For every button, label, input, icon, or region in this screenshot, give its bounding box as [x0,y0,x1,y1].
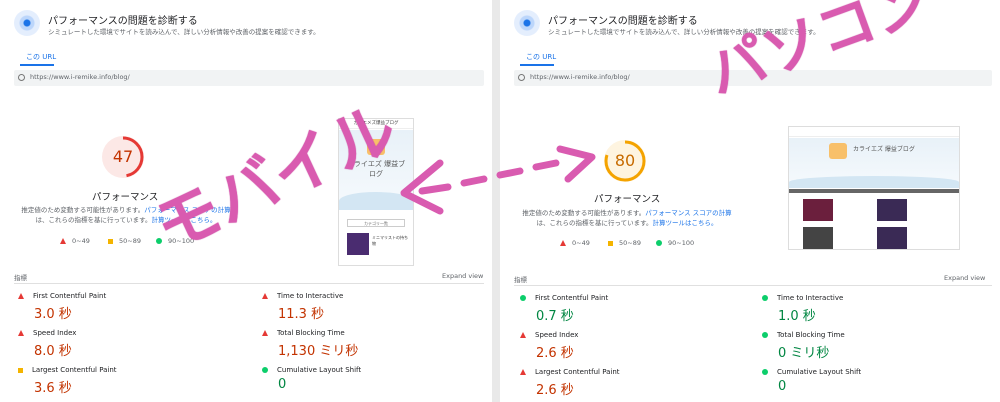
performance-label: パフォーマンス [594,194,661,205]
pass-status-icon [762,332,768,338]
fail-status-icon [262,293,268,299]
metric-value: 0 [778,379,787,394]
tab-underline [520,64,554,66]
globe-icon [518,74,525,81]
metric-speed-index: Speed Index 8.0 秒 [18,329,76,359]
average-square-icon [108,238,113,244]
performance-description: 推定値のため変動する可能性があります。パフォーマンス スコアの計算 は、これらの… [21,206,231,224]
calculator-link[interactable]: 計算ツールはこちら。 [152,216,217,224]
metric-cumulative-layout-shift: Cumulative Layout Shift 0 [262,366,361,392]
pass-status-icon [262,367,268,373]
pass-circle-icon [656,240,662,246]
url-bar: https://www.i-remike.info/blog/ [514,70,992,86]
url-bar: https://www.i-remike.info/blog/ [14,70,484,86]
fail-status-icon [520,332,526,338]
metric-cumulative-layout-shift: Cumulative Layout Shift 0 [762,368,861,394]
fail-status-icon [262,330,268,336]
metric-largest-contentful-paint: Largest Contentful Paint 3.6 秒 [18,366,117,396]
performance-gauge: 47 [100,134,146,180]
metrics-heading: 指標 [14,274,27,282]
tab-underline [20,64,54,66]
desktop-report-panel: パフォーマンスの問題を診断する シミュレートした環境でサイトを読み込んで、詳しい… [500,0,1000,402]
metric-value: 3.0 秒 [34,307,72,322]
url-text: https://www.i-remike.info/blog/ [30,73,130,81]
pass-status-icon [762,369,768,375]
performance-description: 推定値のため変動する可能性があります。パフォーマンス スコアの計算 は、これらの… [522,209,732,227]
url-text: https://www.i-remike.info/blog/ [530,73,630,81]
site-logo-icon [829,143,847,159]
pass-status-icon [520,295,526,301]
fail-status-icon [18,293,24,299]
site-logo-icon [367,139,385,155]
performance-label: パフォーマンス [92,192,159,203]
globe-icon [18,74,25,81]
diagnose-icon [514,10,540,36]
metrics-heading: 指標 [514,276,527,284]
diagnose-subtitle: シミュレートした環境でサイトを読み込んで、詳しい分析情報や改善の提案を確認できま… [548,28,820,36]
diagnose-title: パフォーマンスの問題を診断する [548,16,698,27]
metric-first-contentful-paint: First Contentful Paint 3.0 秒 [18,292,106,322]
tab-this-url[interactable]: この URL [26,52,56,62]
metric-value: 2.6 秒 [536,383,574,398]
tab-this-url[interactable]: この URL [526,52,556,62]
mobile-report-panel: パフォーマンスの問題を診断する シミュレートした環境でサイトを読み込んで、詳しい… [0,0,492,402]
pass-status-icon [762,295,768,301]
performance-score: 47 [112,147,134,166]
metric-first-contentful-paint: First Contentful Paint 0.7 秒 [520,294,608,324]
metric-value: 0 [278,377,287,392]
metric-time-to-interactive: Time to Interactive 11.3 秒 [262,292,343,322]
metric-value: 1,130 ミリ秒 [278,344,359,359]
diagnose-icon [14,10,40,36]
diagnose-subtitle: シミュレートした環境でサイトを読み込んで、詳しい分析情報や改善の提案を確認できま… [48,28,320,36]
average-status-icon [18,367,23,373]
metric-value: 1.0 秒 [778,309,816,324]
average-square-icon [608,240,613,246]
metric-value: 8.0 秒 [34,344,72,359]
mobile-page-screenshot: カイエメズ爆益ブログ カライエズ 爆益ブログ カテゴリ一覧 ミニマリストの持ち物 [338,118,414,266]
metric-value: 0 ミリ秒 [778,346,830,361]
metric-value: 0.7 秒 [536,309,574,324]
metric-speed-index: Speed Index 2.6 秒 [520,331,578,361]
diagnose-title: パフォーマンスの問題を診断する [48,16,198,27]
fail-triangle-icon [60,238,66,244]
performance-gauge: 80 [602,138,648,184]
metric-time-to-interactive: Time to Interactive 1.0 秒 [762,294,843,324]
fail-status-icon [18,330,24,336]
expand-view-button[interactable]: Expand view [442,272,483,280]
fail-triangle-icon [560,240,566,246]
pass-circle-icon [156,238,162,244]
fail-status-icon [520,369,526,375]
metric-total-blocking-time: Total Blocking Time 1,130 ミリ秒 [262,329,358,359]
calculator-link[interactable]: 計算ツールはこちら。 [653,219,718,227]
desktop-page-screenshot: カライエズ 爆益ブログ [788,126,960,250]
metric-largest-contentful-paint: Largest Contentful Paint 2.6 秒 [520,368,620,398]
metric-total-blocking-time: Total Blocking Time 0 ミリ秒 [762,331,845,361]
score-calc-link[interactable]: パフォーマンス スコアの計算 [645,209,731,217]
metric-value: 11.3 秒 [278,307,325,322]
performance-score: 80 [614,151,636,170]
expand-view-button[interactable]: Expand view [944,274,985,282]
metric-value: 3.6 秒 [34,381,72,396]
score-calc-link[interactable]: パフォーマンス スコアの計算 [144,206,230,214]
metric-value: 2.6 秒 [536,346,574,361]
